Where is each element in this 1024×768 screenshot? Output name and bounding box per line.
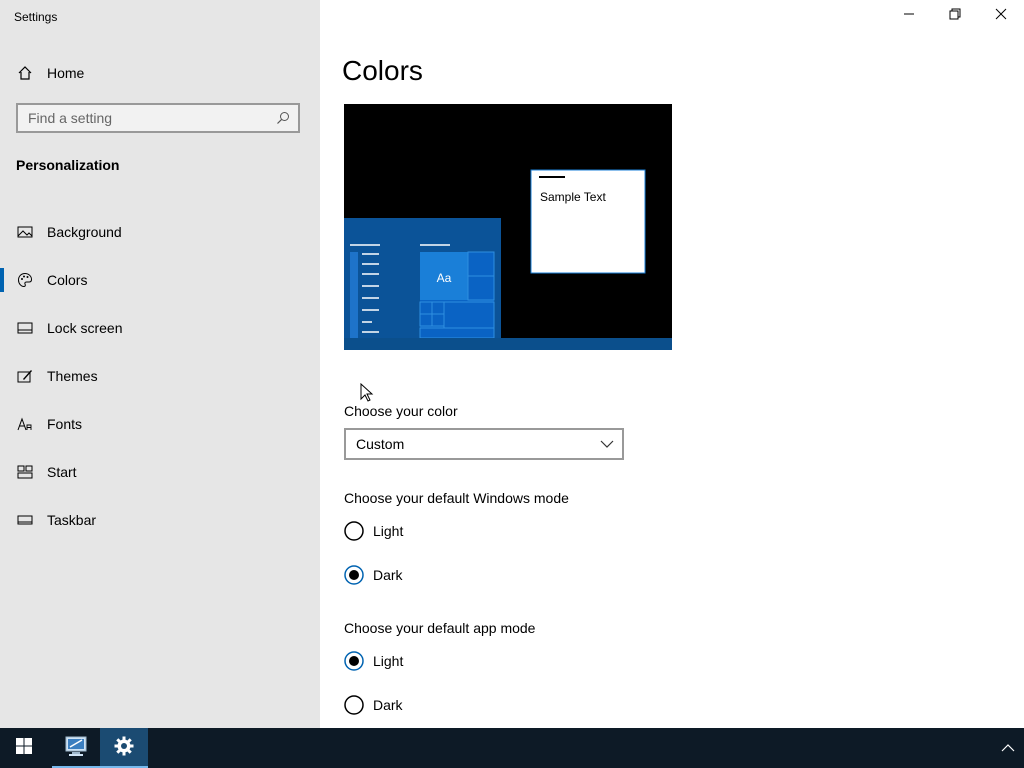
- windows-mode-light-option[interactable]: Light: [344, 520, 403, 542]
- sidebar-item-taskbar[interactable]: Taskbar: [0, 496, 320, 544]
- section-title: Personalization: [16, 157, 120, 173]
- close-icon: [995, 7, 1007, 25]
- radio-selected-icon[interactable]: [344, 565, 364, 585]
- sidebar-item-colors[interactable]: Colors: [0, 256, 320, 304]
- windows-logo-icon: [16, 737, 32, 759]
- sidebar-item-home[interactable]: Home: [0, 58, 320, 88]
- color-preview: Aa Sample Text: [344, 104, 672, 350]
- radio-label: Dark: [373, 697, 403, 713]
- home-label: Home: [47, 65, 85, 81]
- radio-unselected-icon[interactable]: [344, 695, 364, 715]
- start-icon: [17, 464, 33, 480]
- app-title: Settings: [14, 10, 58, 24]
- dropdown-value: Custom: [356, 436, 405, 452]
- sidebar-item-label: Themes: [47, 368, 98, 384]
- chevron-down-icon: [600, 437, 614, 451]
- radio-label: Dark: [373, 567, 403, 583]
- search-input[interactable]: [18, 109, 276, 127]
- sample-text: Sample Text: [540, 190, 606, 204]
- sidebar-item-lock-screen[interactable]: Lock screen: [0, 304, 320, 352]
- app-mode-light-option[interactable]: Light: [344, 650, 403, 672]
- radio-unselected-icon[interactable]: [344, 521, 364, 541]
- restore-icon: [949, 7, 961, 25]
- close-button[interactable]: [978, 0, 1024, 32]
- choose-color-dropdown[interactable]: Custom: [344, 428, 624, 460]
- sidebar-item-label: Taskbar: [47, 512, 97, 528]
- taskbar-app-button[interactable]: [52, 728, 100, 768]
- taskbar-settings-button[interactable]: [100, 728, 148, 768]
- sidebar-item-label: Fonts: [47, 416, 83, 432]
- windows-mode-label: Choose your default Windows mode: [344, 490, 569, 506]
- radio-label: Light: [373, 523, 404, 539]
- sidebar-item-start[interactable]: Start: [0, 448, 320, 496]
- search-box[interactable]: [16, 103, 300, 133]
- windows-mode-dark-option[interactable]: Dark: [344, 564, 403, 586]
- home-icon: [17, 65, 33, 81]
- tile-label: Aa: [437, 271, 452, 285]
- image-icon: [17, 224, 33, 240]
- search-icon[interactable]: [276, 111, 290, 125]
- page-title: Colors: [342, 55, 423, 86]
- taskbar: [0, 728, 1024, 768]
- sidebar: Settings Home Personalization Background…: [0, 0, 320, 728]
- sidebar-item-label: Background: [47, 224, 122, 240]
- fonts-icon: [17, 416, 33, 432]
- taskbar-icon: [17, 512, 33, 528]
- nav-list: Background Colors Lock screen Themes Fon…: [0, 208, 320, 544]
- minimize-icon: [903, 7, 915, 25]
- sidebar-item-label: Start: [47, 464, 77, 480]
- sidebar-item-themes[interactable]: Themes: [0, 352, 320, 400]
- radio-selected-icon[interactable]: [344, 651, 364, 671]
- sidebar-item-background[interactable]: Background: [0, 208, 320, 256]
- app-mode-dark-option[interactable]: Dark: [344, 694, 403, 716]
- lock-screen-icon: [17, 320, 33, 336]
- app-mode-label: Choose your default app mode: [344, 620, 536, 636]
- chevron-up-icon[interactable]: [1000, 740, 1016, 756]
- minimize-button[interactable]: [886, 0, 932, 32]
- gear-icon: [114, 736, 134, 761]
- radio-label: Light: [373, 653, 404, 669]
- sidebar-item-fonts[interactable]: Fonts: [0, 400, 320, 448]
- sidebar-item-label: Colors: [47, 272, 88, 288]
- choose-color-label: Choose your color: [344, 403, 458, 419]
- sidebar-item-label: Lock screen: [47, 320, 123, 336]
- themes-icon: [17, 368, 33, 384]
- palette-icon: [17, 272, 33, 288]
- start-button[interactable]: [0, 728, 48, 768]
- remote-desktop-icon: [64, 735, 88, 762]
- restore-button[interactable]: [932, 0, 978, 32]
